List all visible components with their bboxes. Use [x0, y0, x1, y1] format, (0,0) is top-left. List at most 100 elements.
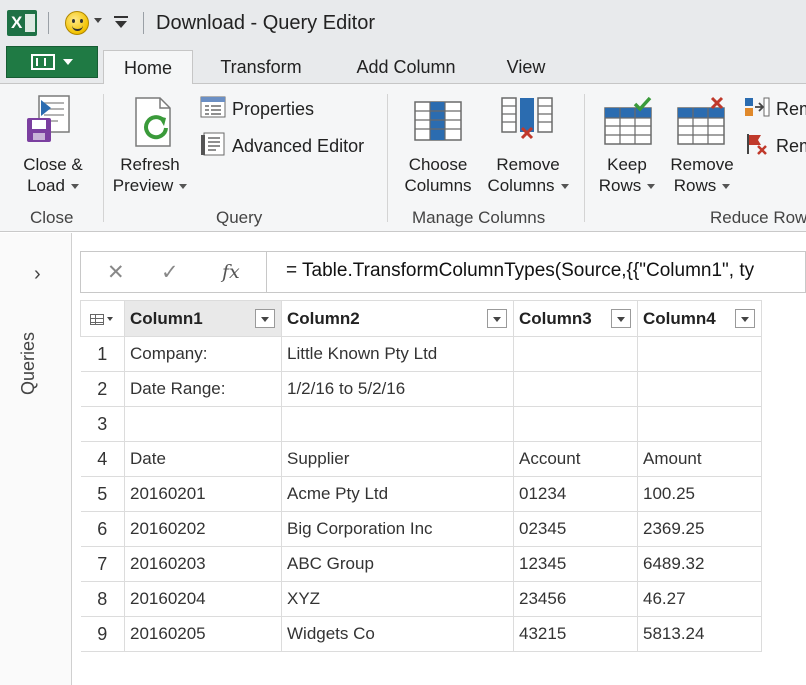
keep-rows-button[interactable]: Keep Rows	[592, 154, 662, 196]
cancel-formula-icon[interactable]: ✕	[107, 260, 125, 285]
table-cell[interactable]	[637, 336, 762, 372]
table-row: 1 Company: Little Known Pty Ltd	[80, 336, 762, 372]
ribbon: Close & Load Close Refresh Preview Prope…	[0, 84, 806, 232]
table-cell[interactable]: 20160201	[124, 476, 282, 512]
table-cell[interactable]: Date Range:	[124, 371, 282, 407]
row-number[interactable]: 4	[80, 441, 125, 477]
refresh-preview-icon	[130, 96, 180, 148]
table-cell[interactable]	[513, 406, 638, 442]
customize-toolbar-icon[interactable]	[114, 14, 128, 30]
remove-errors-button[interactable]: Rem	[744, 132, 806, 161]
table-cell[interactable]: 01234	[513, 476, 638, 512]
table-cell[interactable]: Amount	[637, 441, 762, 477]
table-cell[interactable]: 5813.24	[637, 616, 762, 652]
table-cell[interactable]: 2369.25	[637, 511, 762, 547]
ribbon-tab-row: Home Transform Add Column View	[0, 46, 806, 85]
table-cell[interactable]: ABC Group	[281, 546, 514, 582]
row-number[interactable]: 5	[80, 476, 125, 512]
table-cell[interactable]: Supplier	[281, 441, 514, 477]
table-cell[interactable]: 23456	[513, 581, 638, 617]
excel-logo-icon[interactable]: X	[7, 10, 37, 36]
row-number[interactable]: 1	[80, 336, 125, 372]
advanced-editor-button[interactable]: Advanced Editor	[200, 132, 364, 161]
table-cell[interactable]: 6489.32	[637, 546, 762, 582]
choose-columns-button[interactable]: Choose Columns	[398, 154, 478, 196]
tab-transform[interactable]: Transform	[204, 50, 318, 84]
close-load-button[interactable]: Close & Load	[12, 154, 94, 196]
remove-rows-button[interactable]: Remove Rows	[664, 154, 740, 196]
tab-add-column[interactable]: Add Column	[340, 50, 472, 84]
smiley-feedback-icon[interactable]	[65, 11, 89, 35]
table-cell[interactable]: Company:	[124, 336, 282, 372]
table-cell[interactable]: 20160204	[124, 581, 282, 617]
table-cell[interactable]: 20160205	[124, 616, 282, 652]
formula-input[interactable]: = Table.TransformColumnTypes(Source,{{"C…	[286, 260, 754, 282]
row-number[interactable]: 2	[80, 371, 125, 407]
confirm-formula-icon[interactable]: ✓	[161, 260, 179, 285]
remove-duplicates-icon	[744, 96, 770, 123]
expand-queries-chevron-icon[interactable]: ›	[34, 263, 41, 286]
chevron-down-icon	[107, 317, 113, 322]
table-cell[interactable]	[637, 371, 762, 407]
column-header-column3[interactable]: Column3	[513, 300, 638, 337]
table-cell[interactable]: Big Corporation Inc	[281, 511, 514, 547]
table-cell[interactable]	[281, 406, 514, 442]
row-number[interactable]: 9	[80, 616, 125, 652]
remove-columns-button[interactable]: Remove Columns	[482, 154, 574, 196]
keep-rows-label-1: Keep	[607, 155, 647, 174]
insert-function-icon[interactable]: fx	[222, 261, 240, 283]
choose-columns-label-2: Columns	[404, 176, 472, 195]
row-number[interactable]: 3	[80, 406, 125, 442]
table-cell[interactable]	[637, 406, 762, 442]
table-cell[interactable]: Account	[513, 441, 638, 477]
properties-button[interactable]: Properties	[200, 96, 314, 123]
table-cell[interactable]: 20160202	[124, 511, 282, 547]
row-number[interactable]: 8	[80, 581, 125, 617]
table-cell[interactable]	[513, 371, 638, 407]
table-cell[interactable]: 20160203	[124, 546, 282, 582]
column-header-column2[interactable]: Column2	[281, 300, 514, 337]
formula-buttons: ✕ ✓ fx	[81, 252, 267, 292]
table-cell[interactable]: 1/2/16 to 5/2/16	[281, 371, 514, 407]
column-filter-dropdown-icon[interactable]	[735, 309, 755, 328]
row-number[interactable]: 6	[80, 511, 125, 547]
ribbon-separator	[103, 94, 104, 222]
remove-errors-icon	[744, 132, 770, 161]
queries-pane-label[interactable]: Queries	[18, 285, 39, 395]
choose-columns-icon	[413, 100, 463, 144]
advanced-editor-label: Advanced Editor	[232, 136, 365, 156]
file-menu-icon	[31, 54, 55, 70]
tab-home[interactable]: Home	[103, 50, 193, 85]
smiley-dropdown-icon[interactable]	[94, 18, 102, 23]
row-number[interactable]: 7	[80, 546, 125, 582]
table-cell[interactable]: 100.25	[637, 476, 762, 512]
refresh-preview-label-1: Refresh	[120, 155, 180, 174]
table-cell[interactable]: XYZ	[281, 581, 514, 617]
tab-view[interactable]: View	[490, 50, 562, 84]
table-row: 4 Date Supplier Account Amount	[80, 441, 762, 477]
table-cell[interactable]	[513, 336, 638, 372]
table-cell[interactable]: 12345	[513, 546, 638, 582]
column-filter-dropdown-icon[interactable]	[611, 309, 631, 328]
remove-duplicates-button[interactable]: Rem	[744, 96, 806, 123]
column-filter-dropdown-icon[interactable]	[487, 309, 507, 328]
column-header-column4[interactable]: Column4	[637, 300, 762, 337]
keep-rows-icon	[603, 96, 655, 146]
remove-duplicates-label: Rem	[776, 99, 806, 119]
table-cell[interactable]	[124, 406, 282, 442]
refresh-preview-button[interactable]: Refresh Preview	[108, 154, 192, 196]
table-cell[interactable]: 43215	[513, 616, 638, 652]
table-cell[interactable]: Little Known Pty Ltd	[281, 336, 514, 372]
table-cell[interactable]: Acme Pty Ltd	[281, 476, 514, 512]
table-cell[interactable]: Date	[124, 441, 282, 477]
column-header-column1[interactable]: Column1	[124, 300, 282, 337]
group-label-query: Query	[216, 208, 263, 227]
table-cell[interactable]: Widgets Co	[281, 616, 514, 652]
table-cell[interactable]: 46.27	[637, 581, 762, 617]
file-menu-button[interactable]	[6, 46, 98, 78]
title-bar: X Download - Query Editor	[0, 0, 806, 46]
column-filter-dropdown-icon[interactable]	[255, 309, 275, 328]
table-menu-button[interactable]	[80, 300, 125, 337]
table-cell[interactable]: 02345	[513, 511, 638, 547]
group-label-close: Close	[30, 208, 74, 227]
